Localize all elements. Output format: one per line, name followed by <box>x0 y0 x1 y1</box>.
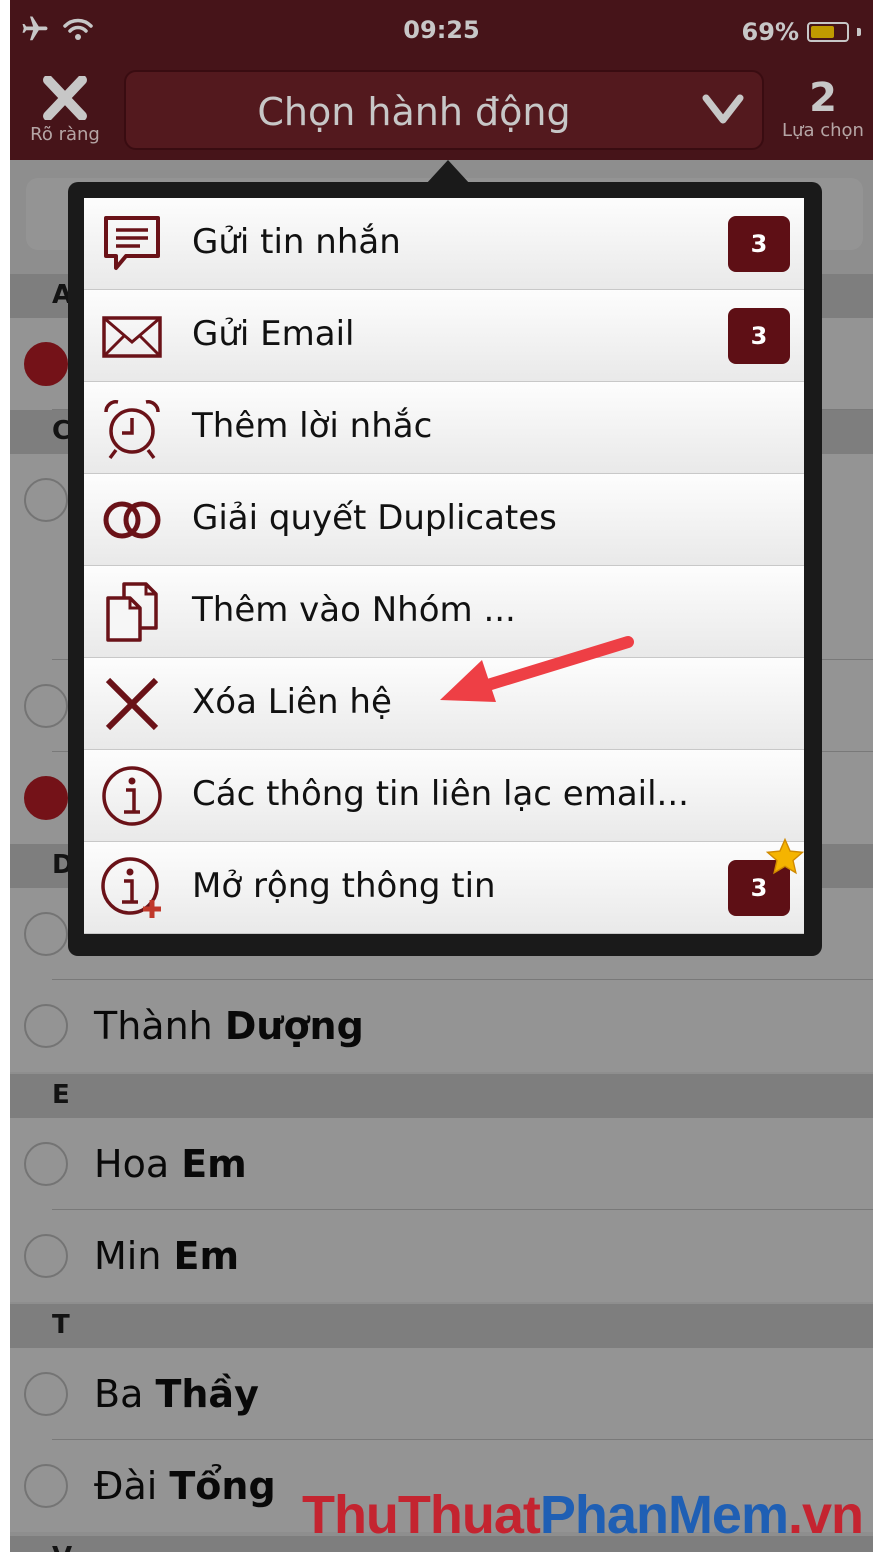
menu-item-send-email[interactable]: Gửi Email 3 <box>84 290 804 382</box>
message-icon <box>104 216 160 270</box>
count-badge: 3 <box>728 216 790 272</box>
app-screen: A C D Thành Dượng E Hoa Em Min Em T Ba T… <box>10 0 873 1552</box>
star-icon <box>765 837 805 875</box>
menu-item-label: Các thông tin liên lạc email... <box>192 774 689 814</box>
menu-item-resolve-duplicates[interactable]: Giải quyết Duplicates <box>84 474 804 566</box>
info-plus-icon <box>101 857 161 918</box>
info-icon <box>102 766 162 826</box>
popover-arrow <box>426 160 470 184</box>
annotation-arrow <box>440 636 634 702</box>
menu-item-label: Gửi Email <box>192 314 355 354</box>
menu-item-label: Xóa Liên hệ <box>192 682 392 722</box>
documents-icon <box>106 582 158 642</box>
menu-item-label: Thêm lời nhắc <box>192 406 433 446</box>
merge-circles-icon <box>103 501 161 539</box>
watermark-part: Thuat <box>397 1485 541 1545</box>
action-popover: Gửi tin nhắn 3 Gửi Email 3 Thêm lời nhắc… <box>68 182 822 956</box>
alarm-clock-icon <box>104 400 160 460</box>
nav-dim-overlay <box>10 0 873 160</box>
watermark-part: Phan <box>539 1485 669 1545</box>
menu-item-label: Thêm vào Nhóm ... <box>192 590 516 630</box>
menu-item-label: Mở rộng thông tin <box>192 866 496 906</box>
watermark-logo: ThuThuatPhanMem.vn <box>301 1484 864 1546</box>
watermark-part: Thu <box>301 1485 399 1545</box>
menu-item-email-contact-info[interactable]: Các thông tin liên lạc email... <box>84 750 804 842</box>
watermark-part: .vn <box>787 1485 864 1545</box>
delete-x-icon <box>105 677 159 731</box>
menu-item-send-message[interactable]: Gửi tin nhắn 3 <box>84 198 804 290</box>
menu-item-label: Giải quyết Duplicates <box>192 498 557 538</box>
action-menu: Gửi tin nhắn 3 Gửi Email 3 Thêm lời nhắc… <box>84 198 805 934</box>
menu-item-label: Gửi tin nhắn <box>192 222 401 262</box>
watermark-part: Mem <box>667 1485 789 1545</box>
count-badge: 3 <box>728 308 790 364</box>
menu-item-expand-info[interactable]: Mở rộng thông tin 3 <box>84 837 805 934</box>
envelope-icon <box>102 316 162 358</box>
menu-item-add-reminder[interactable]: Thêm lời nhắc <box>84 382 804 474</box>
